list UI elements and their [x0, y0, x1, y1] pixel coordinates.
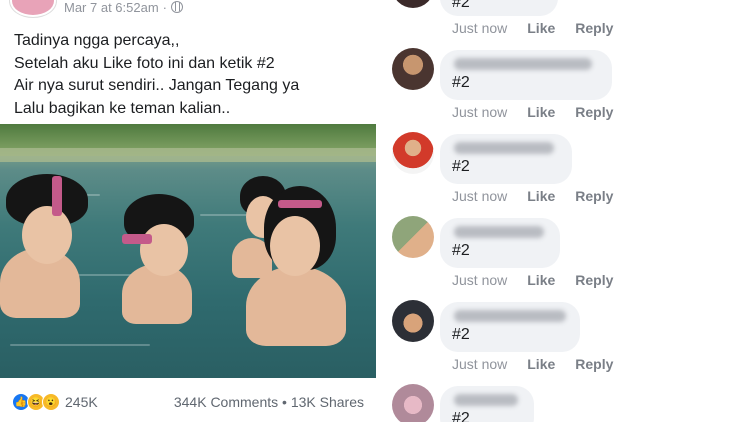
comments-list: #2 Just now Like Reply #2 Just now Like …: [378, 0, 750, 422]
commenter-avatar[interactable]: [392, 216, 434, 258]
comment-bubble: #2: [440, 386, 534, 422]
comment-like-button[interactable]: Like: [527, 272, 555, 288]
post-timestamp[interactable]: Mar 7 at 6:52am: [64, 0, 159, 15]
commenter-avatar[interactable]: [392, 132, 434, 174]
commenter-name-blurred[interactable]: [454, 58, 592, 70]
comment-bubble: #2: [440, 302, 580, 352]
wow-reaction-icon: 😮: [42, 393, 60, 411]
comment-reply-button[interactable]: Reply: [575, 356, 613, 372]
comment-actions: Just now Like Reply: [452, 188, 613, 204]
reactions-summary[interactable]: 👍 😆 😮 245K: [12, 393, 98, 411]
stats-separator: •: [282, 394, 287, 410]
comment-time[interactable]: Just now: [452, 272, 507, 288]
post-text: Tadinya ngga percaya,, Setelah aku Like …: [14, 30, 299, 120]
photo-riverbank: [0, 148, 376, 162]
post-footer: 👍 😆 😮 245K 344K Comments • 13K Shares: [0, 382, 378, 422]
comment-item: #2: [378, 384, 750, 422]
globe-icon: [171, 1, 183, 13]
commenter-avatar[interactable]: [392, 300, 434, 342]
commenter-name-blurred[interactable]: [454, 142, 554, 154]
post-text-line: Tadinya ngga percaya,,: [14, 32, 180, 49]
water-ripple: [10, 344, 150, 346]
comment-text: #2: [452, 74, 470, 91]
comment-text: #2: [452, 0, 470, 11]
commenter-avatar[interactable]: [392, 384, 434, 422]
post-text-line: Lalu bagikan ke teman kalian..: [14, 99, 231, 117]
comment-text: #2: [452, 410, 470, 422]
comment-text: #2: [452, 158, 470, 175]
comment-item: #2 Just now Like Reply: [378, 132, 750, 216]
comment-reply-button[interactable]: Reply: [575, 20, 613, 36]
post-header: Mar 7 at 6:52am ·: [10, 0, 183, 17]
comment-text: #2: [452, 326, 470, 343]
comment-actions: Just now Like Reply: [452, 20, 613, 36]
post-card: Mar 7 at 6:52am · Tadinya ngga percaya,,…: [0, 0, 378, 422]
comment-reply-button[interactable]: Reply: [575, 188, 613, 204]
comment-like-button[interactable]: Like: [527, 20, 555, 36]
post-text-line: Air nya surut sendiri.. Jangan Tegang ya: [14, 77, 300, 94]
comment-bubble: #2: [440, 0, 558, 16]
commenter-avatar[interactable]: [392, 0, 434, 8]
comment-actions: Just now Like Reply: [452, 272, 613, 288]
comment-reply-button[interactable]: Reply: [575, 104, 613, 120]
commenter-avatar[interactable]: [392, 48, 434, 90]
comment-time[interactable]: Just now: [452, 188, 507, 204]
poster-avatar[interactable]: [10, 0, 56, 17]
comment-item: #2 Just now Like Reply: [378, 300, 750, 384]
comment-reply-button[interactable]: Reply: [575, 272, 613, 288]
comment-actions: Just now Like Reply: [452, 104, 613, 120]
commenter-name-blurred[interactable]: [454, 226, 544, 238]
commenter-name-blurred[interactable]: [454, 310, 566, 322]
post-text-line: Setelah aku Like foto ini dan ketik #2: [14, 54, 275, 72]
post-meta: Mar 7 at 6:52am ·: [64, 0, 183, 15]
comment-like-button[interactable]: Like: [527, 356, 555, 372]
comment-item: #2 Just now Like Reply: [378, 48, 750, 132]
reaction-count: 245K: [65, 394, 98, 410]
post-stats: 344K Comments • 13K Shares: [174, 394, 364, 410]
comment-item: #2 Just now Like Reply: [378, 0, 750, 50]
shares-count[interactable]: 13K Shares: [291, 394, 364, 410]
commenter-name-blurred[interactable]: [454, 394, 518, 406]
post-photo[interactable]: [0, 124, 376, 378]
comments-count[interactable]: 344K Comments: [174, 394, 278, 410]
comment-bubble: #2: [440, 218, 560, 268]
comment-bubble: #2: [440, 50, 612, 100]
comment-text: #2: [452, 242, 470, 259]
comment-like-button[interactable]: Like: [527, 188, 555, 204]
comment-like-button[interactable]: Like: [527, 104, 555, 120]
comment-item: #2 Just now Like Reply: [378, 216, 750, 300]
comment-bubble: #2: [440, 134, 572, 184]
comment-time[interactable]: Just now: [452, 356, 507, 372]
comment-actions: Just now Like Reply: [452, 356, 613, 372]
comment-time[interactable]: Just now: [452, 104, 507, 120]
comment-time[interactable]: Just now: [452, 20, 507, 36]
